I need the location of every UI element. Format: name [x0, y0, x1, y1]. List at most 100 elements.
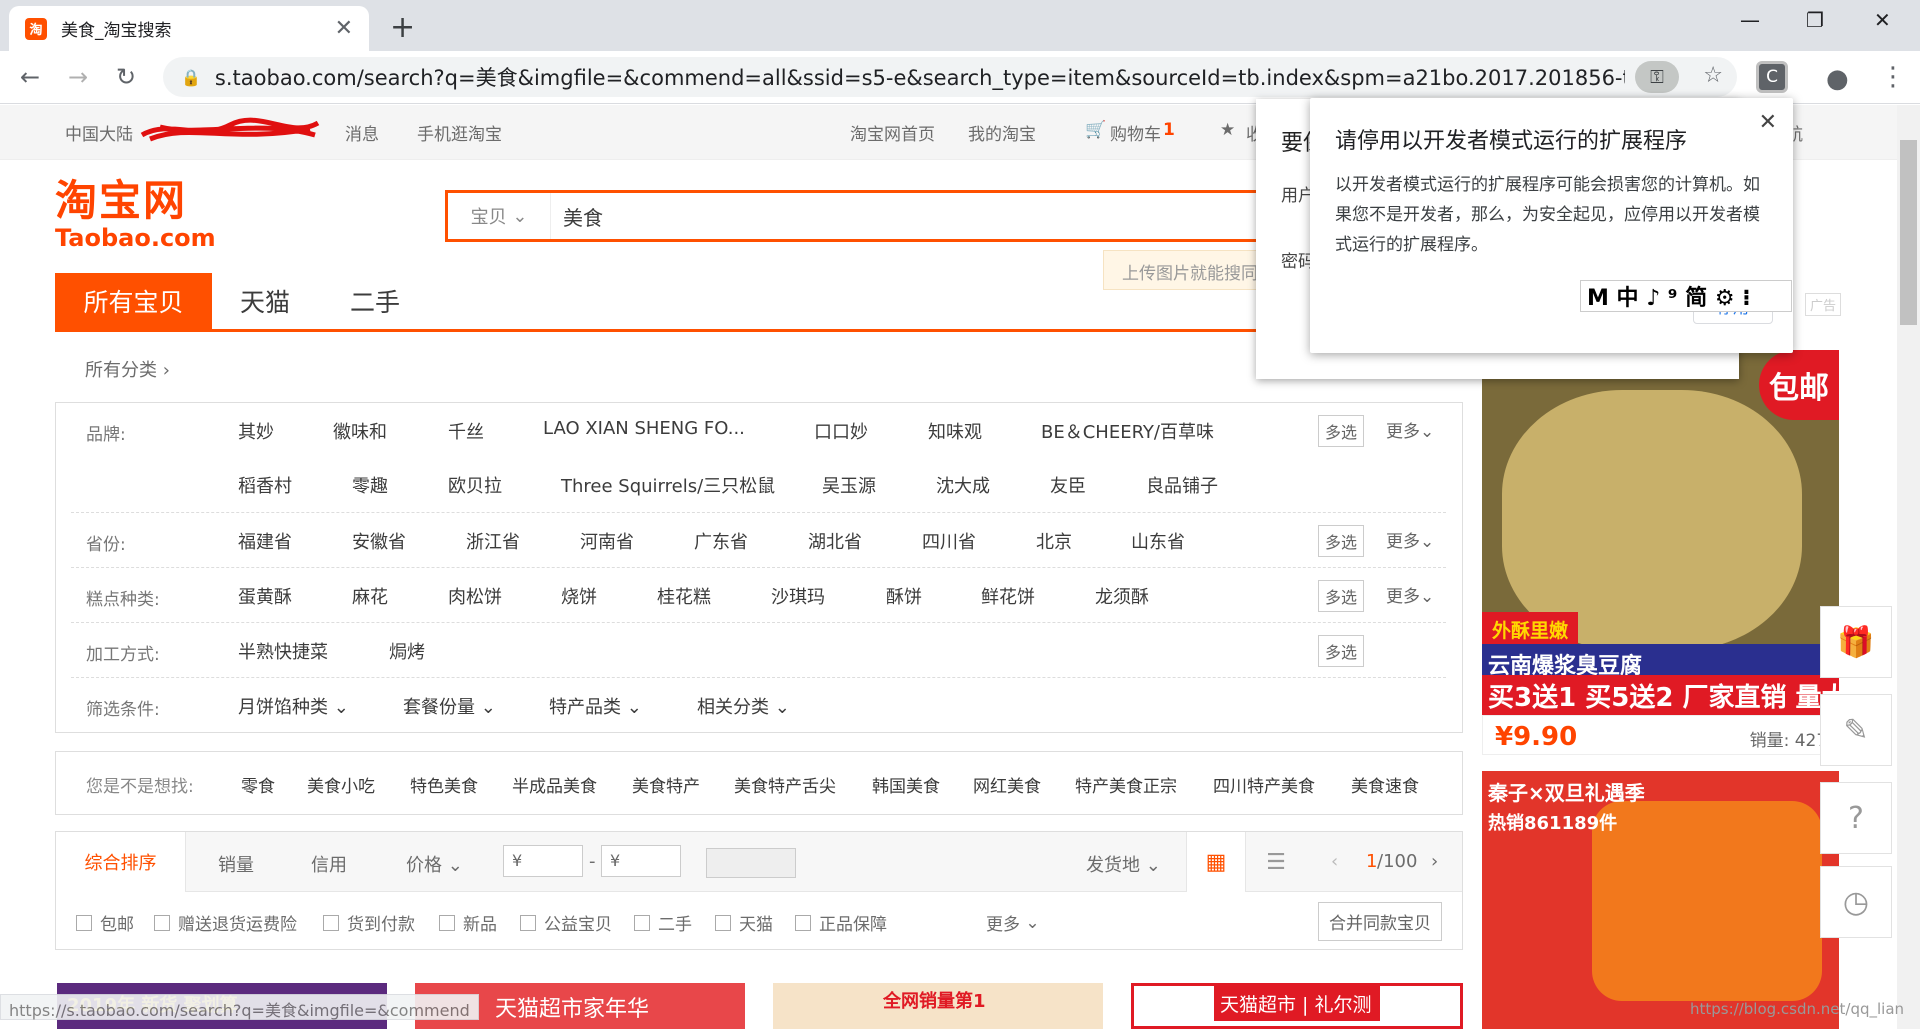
brand-option[interactable]: BE＆CHEERY/百草味	[1041, 418, 1214, 444]
minimize-icon[interactable]: —	[1740, 8, 1760, 32]
close-tab-icon[interactable]: ✕	[335, 16, 353, 41]
checkbox-secondhand[interactable]: 二手	[634, 910, 692, 935]
sort-price[interactable]: 价格 ⌄	[406, 851, 463, 877]
breadcrumb[interactable]: 所有分类 ›	[85, 356, 170, 382]
brand-option[interactable]: 零趣	[352, 472, 388, 498]
home-link[interactable]: 淘宝网首页	[850, 120, 935, 145]
kebab-menu-icon[interactable]: ⋮	[1880, 62, 1906, 92]
process-option[interactable]: 焗烤	[389, 638, 425, 664]
province-option[interactable]: 四川省	[922, 528, 976, 554]
close-icon[interactable]: ✕	[1759, 110, 1777, 135]
bookmark-star-icon[interactable]: ☆	[1703, 63, 1723, 88]
related-item[interactable]: 网红美食	[973, 772, 1041, 797]
messages-link[interactable]: 消息	[345, 120, 379, 145]
province-option[interactable]: 安徽省	[352, 528, 406, 554]
brand-option[interactable]: 徽味和	[333, 418, 387, 444]
edit-icon[interactable]: ✎	[1820, 694, 1892, 766]
banner-ad[interactable]: 全网销量第1	[773, 983, 1103, 1029]
multi-select-button[interactable]: 多选	[1318, 525, 1365, 557]
list-view-icon[interactable]: ☰	[1246, 832, 1306, 892]
history-icon[interactable]: ◷	[1820, 866, 1892, 938]
province-option[interactable]: 北京	[1036, 528, 1072, 554]
condition-dropdown[interactable]: 月饼馅种类 ⌄	[238, 693, 349, 719]
brand-option[interactable]: 吴玉源	[822, 472, 876, 498]
related-item[interactable]: 美食特产舌尖	[734, 772, 836, 797]
taobao-logo[interactable]: 淘宝网 Taobao.com	[55, 180, 216, 251]
province-option[interactable]: 福建省	[238, 528, 292, 554]
my-taobao-link[interactable]: 我的淘宝	[968, 120, 1036, 145]
url-text[interactable]: s.taobao.com/search?q=美食&imgfile=&commen…	[215, 62, 1625, 92]
help-icon[interactable]: ?	[1820, 782, 1892, 854]
grid-view-icon[interactable]: ▦	[1186, 832, 1246, 892]
tab-all[interactable]: 所有宝贝	[55, 273, 212, 329]
price-max-input[interactable]: ¥	[601, 845, 681, 877]
page-scrollbar[interactable]	[1897, 105, 1920, 1029]
province-option[interactable]: 广东省	[694, 528, 748, 554]
brand-option[interactable]: 其妙	[238, 418, 274, 444]
pastry-option[interactable]: 麻花	[352, 583, 388, 609]
sort-credit[interactable]: 信用	[311, 851, 347, 877]
related-item[interactable]: 美食特产	[632, 772, 700, 797]
more-options-dropdown[interactable]: 更多 ⌄	[986, 910, 1040, 936]
condition-dropdown[interactable]: 相关分类 ⌄	[697, 693, 790, 719]
brand-option[interactable]: LAO XIAN SHENG FO...	[543, 418, 745, 439]
tab-tmall[interactable]: 天猫	[240, 273, 290, 329]
related-item[interactable]: 美食速食	[1351, 772, 1419, 797]
more-button[interactable]: 更多⌄	[1386, 417, 1434, 442]
region-link[interactable]: 中国大陆	[65, 120, 133, 145]
next-page-icon[interactable]: ›	[1431, 851, 1438, 872]
brand-option[interactable]: 友臣	[1050, 472, 1086, 498]
checkbox-return-insurance[interactable]: 赠送退货运费险	[154, 910, 297, 935]
related-item[interactable]: 美食小吃	[307, 772, 375, 797]
pastry-option[interactable]: 烧饼	[561, 583, 597, 609]
multi-select-button[interactable]: 多选	[1318, 635, 1365, 667]
brand-option[interactable]: 稻香村	[238, 472, 292, 498]
province-option[interactable]: 河南省	[580, 528, 634, 554]
sort-sales[interactable]: 销量	[218, 851, 254, 877]
condition-dropdown[interactable]: 套餐份量 ⌄	[403, 693, 496, 719]
extension-icon[interactable]: C	[1756, 61, 1788, 93]
related-item[interactable]: 特产美食正宗	[1075, 772, 1177, 797]
province-option[interactable]: 山东省	[1131, 528, 1185, 554]
mobile-link[interactable]: 手机逛淘宝	[417, 120, 502, 145]
restore-icon[interactable]: ❐	[1806, 8, 1824, 32]
pastry-option[interactable]: 蛋黄酥	[238, 583, 292, 609]
province-option[interactable]: 湖北省	[808, 528, 862, 554]
related-item[interactable]: 四川特产美食	[1213, 772, 1315, 797]
pastry-option[interactable]: 肉松饼	[448, 583, 502, 609]
search-scope-select[interactable]: 宝贝 ⌄	[448, 193, 551, 239]
tab-secondhand[interactable]: 二手	[350, 273, 400, 329]
brand-option[interactable]: 口口妙	[814, 418, 868, 444]
price-range-chart-icon[interactable]	[706, 848, 796, 878]
related-item[interactable]: 特色美食	[410, 772, 478, 797]
sort-default[interactable]: 综合排序	[56, 832, 186, 892]
checkbox-charity[interactable]: 公益宝贝	[520, 910, 612, 935]
price-min-input[interactable]: ¥	[503, 845, 583, 877]
checkbox-free-shipping[interactable]: 包邮	[76, 910, 134, 935]
account-icon[interactable]: ●	[1826, 64, 1849, 94]
more-button[interactable]: 更多⌄	[1386, 582, 1434, 607]
related-item[interactable]: 零食	[241, 772, 275, 797]
scrollbar-thumb[interactable]	[1900, 140, 1917, 325]
pastry-option[interactable]: 桂花糕	[657, 583, 711, 609]
search-input[interactable]: 美食	[563, 202, 603, 231]
related-item[interactable]: 半成品美食	[512, 772, 597, 797]
condition-dropdown[interactable]: 特产品类 ⌄	[549, 693, 642, 719]
related-item[interactable]: 韩国美食	[872, 772, 940, 797]
banner-ad[interactable]: 天猫超市 | 礼尔测	[1131, 983, 1463, 1029]
process-option[interactable]: 半熟快捷菜	[238, 638, 328, 664]
browser-tab[interactable]: 淘 美食_淘宝搜索 ✕	[9, 6, 369, 51]
brand-option[interactable]: 良品铺子	[1146, 472, 1218, 498]
back-icon[interactable]: ←	[20, 63, 40, 91]
ship-from-dropdown[interactable]: 发货地 ⌄	[1086, 851, 1161, 877]
checkbox-cod[interactable]: 货到付款	[323, 910, 415, 935]
province-option[interactable]: 浙江省	[466, 528, 520, 554]
multi-select-button[interactable]: 多选	[1318, 415, 1365, 447]
checkbox-new[interactable]: 新品	[439, 910, 497, 935]
brand-option[interactable]: Three Squirrels/三只松鼠	[561, 472, 775, 498]
brand-option[interactable]: 知味观	[928, 418, 982, 444]
address-bar[interactable]: 🔒 s.taobao.com/search?q=美食&imgfile=&comm…	[163, 57, 1737, 97]
pastry-option[interactable]: 沙琪玛	[771, 583, 825, 609]
cart-link[interactable]: 购物车	[1110, 120, 1161, 145]
brand-option[interactable]: 欧贝拉	[448, 472, 502, 498]
